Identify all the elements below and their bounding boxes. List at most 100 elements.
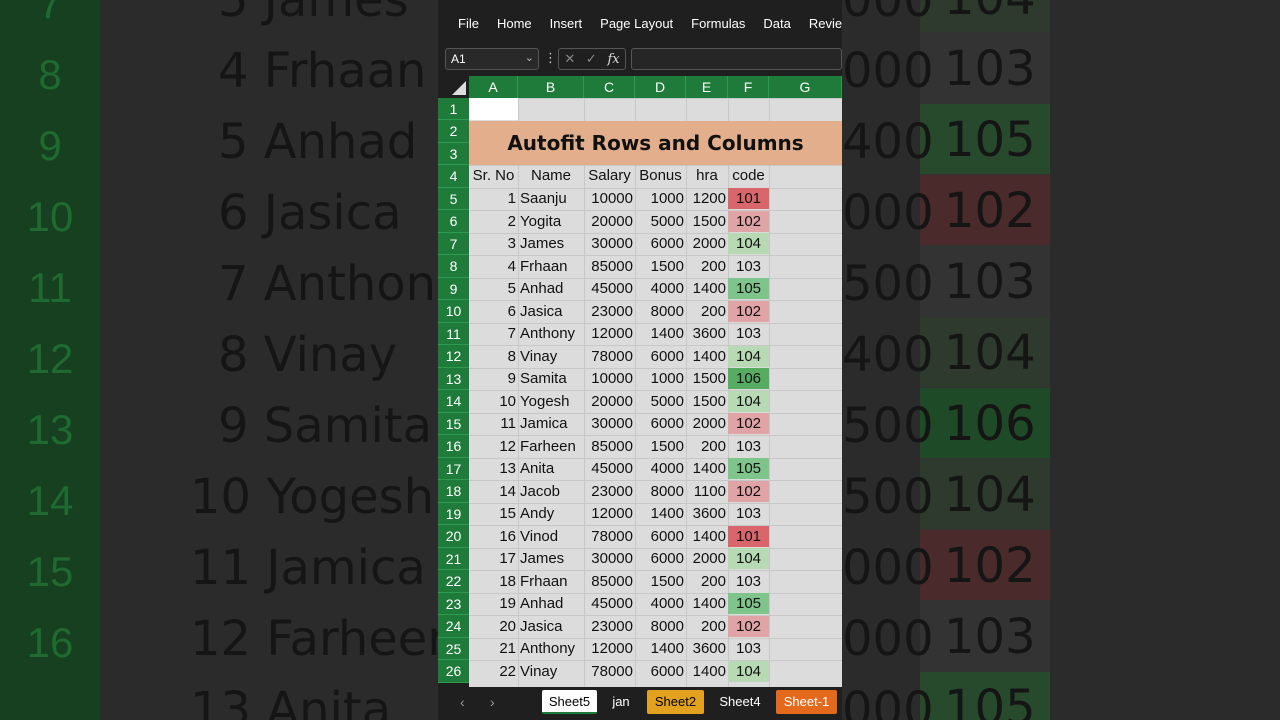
chevron-down-icon[interactable]: ⌄ [525,51,534,64]
table-cell[interactable]: 19 [471,593,516,615]
table-cell[interactable]: 85000 [586,571,633,593]
table-cell[interactable]: 4000 [637,278,684,300]
row-header-5[interactable]: 5 [438,187,469,210]
table-cell[interactable]: 1400 [688,346,726,368]
code-cell[interactable]: 103 [728,323,769,344]
table-cell[interactable]: 30000 [586,548,633,570]
table-cell[interactable]: 6000 [637,233,684,255]
table-cell[interactable]: Jasica [520,616,582,638]
table-cell[interactable]: 30000 [586,413,633,435]
table-cell[interactable]: 200 [688,256,726,278]
table-cell[interactable]: 1000 [637,368,684,390]
row-header-16[interactable]: 16 [438,435,469,458]
table-cell[interactable]: Vinay [520,661,582,683]
row-header-11[interactable]: 11 [438,322,469,345]
row-header-14[interactable]: 14 [438,390,469,413]
table-cell[interactable]: 4000 [637,458,684,480]
name-box[interactable]: A1 ⌄ [445,48,539,70]
table-cell[interactable]: Anita [520,458,582,480]
table-cell[interactable]: 45000 [586,593,633,615]
sheet-tab-jan[interactable]: jan [601,690,641,714]
column-header-a[interactable]: A [469,76,518,98]
row-header-4[interactable]: 4 [438,165,469,188]
ribbon-tab-page-layout[interactable]: Page Layout [600,16,673,31]
table-cell[interactable]: Samita [520,368,582,390]
table-cell[interactable]: 1200 [688,188,726,210]
table-cell[interactable]: 10000 [586,188,633,210]
table-cell[interactable]: 8000 [637,616,684,638]
chevron-left-icon[interactable]: ‹ [460,694,465,710]
code-cell[interactable]: 101 [728,188,769,209]
code-cell[interactable]: 104 [728,390,769,412]
row-header-8[interactable]: 8 [438,255,469,278]
ribbon-tab-home[interactable]: Home [497,16,532,31]
code-cell[interactable]: 105 [728,593,769,614]
table-cell[interactable]: 1400 [688,661,726,683]
table-cell[interactable]: 3600 [688,503,726,525]
table-cell[interactable]: 20000 [586,211,633,233]
table-cell[interactable]: Saanju [520,188,582,210]
table-cell[interactable]: 1400 [688,526,726,548]
column-header-g[interactable]: G [769,76,842,98]
table-cell[interactable]: 200 [688,301,726,323]
table-cell[interactable]: 1500 [688,368,726,390]
table-cell[interactable]: 8000 [637,481,684,503]
table-cell[interactable]: Yogesh [520,391,582,413]
code-cell[interactable]: 102 [728,210,769,232]
ribbon-tab-file[interactable]: File [458,16,479,31]
close-icon[interactable]: ✕ [564,51,575,67]
header-cell-hra[interactable]: hra [688,165,726,187]
check-icon[interactable]: ✓ [586,51,597,67]
row-header-12[interactable]: 12 [438,345,469,368]
table-cell[interactable]: Frhaan [520,256,582,278]
row-header-25[interactable]: 25 [438,637,469,660]
table-cell[interactable]: 1000 [637,188,684,210]
table-cell[interactable]: 9 [471,368,516,390]
row-header-26[interactable]: 26 [438,660,469,683]
table-cell[interactable]: 4000 [637,593,684,615]
code-cell[interactable]: 103 [728,436,769,457]
table-cell[interactable]: Anhad [520,593,582,615]
table-cell[interactable]: 6000 [637,661,684,683]
table-cell[interactable]: 1400 [688,458,726,480]
row-header-17[interactable]: 17 [438,457,469,480]
table-cell[interactable]: 8000 [637,301,684,323]
table-cell[interactable]: 6000 [637,526,684,548]
code-cell[interactable]: 103 [728,571,769,592]
table-cell[interactable]: Anthony [520,638,582,660]
header-cell-name[interactable]: Name [520,165,582,187]
table-cell[interactable]: Jasica [520,301,582,323]
sheet-tab-sheet5[interactable]: Sheet5 [542,690,597,714]
code-cell[interactable]: 101 [728,525,769,547]
table-cell[interactable]: 6000 [637,548,684,570]
table-cell[interactable]: 200 [688,436,726,458]
table-cell[interactable]: Jacob [520,481,582,503]
code-cell[interactable]: 104 [728,660,769,682]
chevron-right-icon[interactable]: › [490,694,495,710]
code-cell[interactable]: 102 [728,413,769,434]
table-cell[interactable]: 45000 [586,278,633,300]
table-cell[interactable]: 13 [471,458,516,480]
table-cell[interactable]: 6 [471,301,516,323]
code-cell[interactable]: 105 [728,458,769,479]
code-cell[interactable]: 104 [728,233,769,254]
table-cell[interactable]: 21 [471,638,516,660]
table-cell[interactable]: 78000 [586,526,633,548]
table-cell[interactable]: 78000 [586,346,633,368]
table-cell[interactable]: Vinod [520,526,582,548]
table-cell[interactable]: 3600 [688,323,726,345]
sheet-tab-sheet2[interactable]: Sheet2 [647,690,704,714]
table-cell[interactable]: 5000 [637,391,684,413]
header-cell-sr-no[interactable]: Sr. No [471,165,516,187]
table-cell[interactable]: 12000 [586,638,633,660]
table-cell[interactable]: 1500 [637,256,684,278]
row-header-19[interactable]: 19 [438,502,469,525]
fx-icon[interactable]: fx [607,52,619,67]
table-cell[interactable]: 11 [471,413,516,435]
table-cell[interactable]: 2000 [688,233,726,255]
code-cell[interactable]: 102 [728,480,769,502]
table-cell[interactable]: Vinay [520,346,582,368]
table-cell[interactable]: Andy [520,503,582,525]
table-cell[interactable]: 23000 [586,481,633,503]
table-cell[interactable]: 18 [471,571,516,593]
